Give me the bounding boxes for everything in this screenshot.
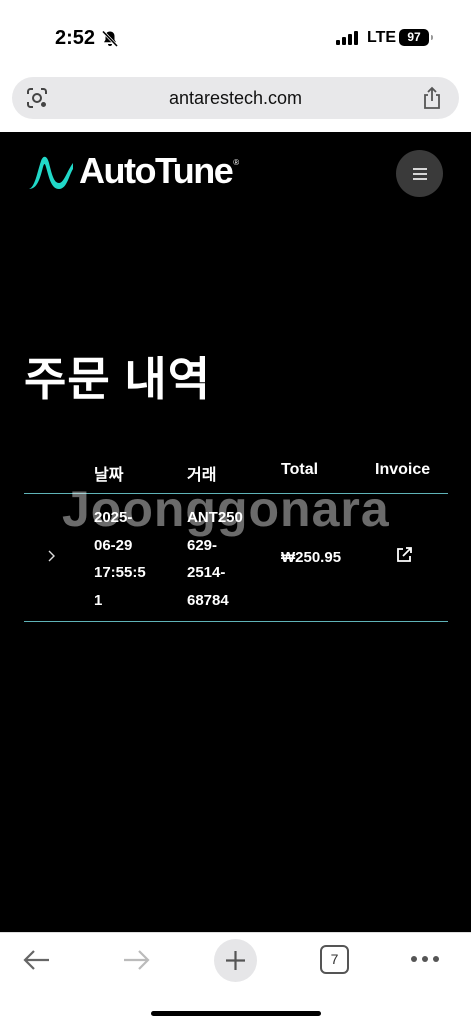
column-header-date: 날짜	[94, 467, 124, 484]
order-total: ₩250.95	[281, 549, 342, 566]
order-date: 2025- 06-29 17:55:5 1	[94, 509, 146, 609]
header-divider	[24, 493, 448, 494]
address-bar[interactable]: antarestech.com	[12, 77, 459, 119]
signal-icon	[336, 31, 358, 45]
page-title: 주문 내역	[24, 353, 212, 405]
status-time: 2:52	[55, 27, 96, 49]
column-header-transaction: 거래	[187, 467, 217, 484]
more-icon[interactable]	[410, 955, 440, 963]
share-icon[interactable]	[421, 86, 443, 110]
row-divider	[24, 621, 448, 622]
network-label: LTE	[367, 29, 397, 46]
menu-icon	[412, 167, 427, 180]
forward-arrow-icon[interactable]	[121, 945, 151, 975]
home-indicator	[151, 1011, 321, 1016]
logo-registered-mark: ®	[233, 157, 240, 167]
menu-button[interactable]	[396, 150, 443, 197]
back-arrow-icon[interactable]	[22, 945, 52, 975]
site-header: AutoTune ®	[0, 132, 471, 212]
order-transaction-id: ANT250 629- 2514- 68784	[187, 509, 243, 609]
battery-icon: 97	[399, 29, 433, 46]
autotune-logo[interactable]: AutoTune ®	[27, 150, 239, 192]
logo-text: AutoTune	[79, 150, 234, 191]
new-tab-button[interactable]	[214, 939, 257, 982]
column-header-invoice: Invoice	[375, 461, 431, 478]
external-link-icon[interactable]	[395, 546, 413, 564]
bell-slash-icon	[101, 30, 119, 48]
plus-icon	[226, 951, 245, 970]
status-bar: 2:52 LTE 97	[0, 0, 471, 70]
url-text: antarestech.com	[168, 88, 303, 108]
column-header-total: Total	[281, 461, 319, 478]
browser-toolbar-bottom: 7	[0, 932, 471, 1024]
chevron-right-icon[interactable]	[46, 549, 56, 563]
browser-chrome-top: 2:52 LTE 97 antarestech.com	[0, 0, 471, 132]
autotune-logo-mark-icon	[29, 156, 73, 189]
tab-switcher-button[interactable]: 7	[320, 945, 349, 974]
